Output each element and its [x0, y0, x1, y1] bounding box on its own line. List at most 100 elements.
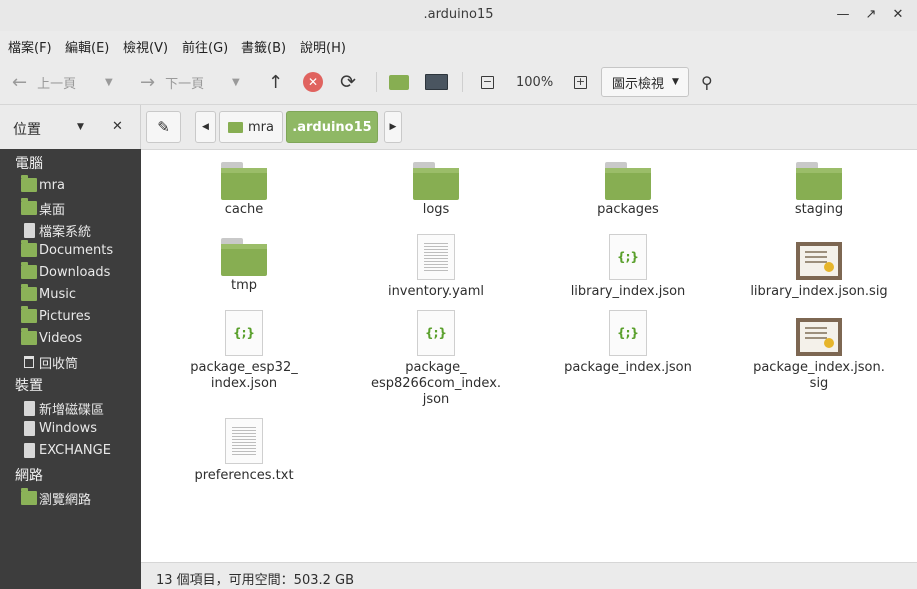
sidebar-item-browse-network[interactable]: 瀏覽網路: [21, 488, 91, 508]
json-file-icon: {;}: [609, 310, 647, 356]
maximize-icon[interactable]: ↗: [861, 6, 881, 24]
sidebar-item-mra[interactable]: mra: [21, 175, 65, 195]
caret-down-icon[interactable]: ▼: [77, 122, 84, 132]
file-item[interactable]: {;} package_ esp8266com_index. json: [356, 310, 516, 408]
sidebar-section-computer: 電腦: [15, 156, 43, 172]
zoom-in-button[interactable]: +: [574, 59, 587, 105]
menu-view[interactable]: 檢視(V): [123, 37, 168, 56]
toolbar-separator: [462, 72, 463, 92]
sidebar-item-documents[interactable]: Documents: [21, 240, 113, 260]
network-folder-icon: [21, 488, 37, 505]
folder-icon: [413, 162, 459, 200]
sidebar-item-label: Windows: [39, 420, 98, 436]
file-item[interactable]: tmp: [164, 236, 324, 294]
file-item[interactable]: packages: [548, 160, 708, 218]
sidebar-item-pictures[interactable]: Pictures: [21, 306, 90, 326]
file-item[interactable]: logs: [356, 160, 516, 218]
arrow-up-icon: ↑: [268, 71, 284, 93]
path-segment-current[interactable]: .arduino15: [286, 111, 378, 143]
text-file-icon: [417, 234, 455, 280]
file-item[interactable]: inventory.yaml: [356, 234, 516, 300]
close-icon[interactable]: ✕: [888, 6, 908, 24]
path-segment-mra[interactable]: mra: [219, 111, 283, 143]
sidebar-section-devices: 裝置: [15, 378, 43, 394]
up-button[interactable]: ↑: [268, 59, 283, 105]
menu-bookmarks[interactable]: 書籤(B): [241, 37, 286, 56]
sidebar-item-filesystem[interactable]: 檔案系統: [21, 220, 91, 240]
file-item[interactable]: package_index.json. sig: [739, 314, 899, 392]
home-button[interactable]: [389, 59, 409, 105]
view-mode-select[interactable]: 圖示檢視 ▼: [601, 67, 689, 97]
zoom-level: 100%: [516, 74, 554, 90]
file-name: preferences.txt: [194, 468, 294, 483]
file-item[interactable]: cache: [164, 160, 324, 218]
chevron-right-icon: ▶: [389, 122, 397, 132]
sidebar-header: 位置 ▼ ✕: [0, 105, 141, 149]
sidebar-item-label: EXCHANGE: [39, 442, 111, 458]
sidebar-type-select[interactable]: 位置: [13, 119, 41, 139]
path-scroll-right-button[interactable]: ▶: [384, 111, 402, 143]
computer-button[interactable]: [425, 59, 448, 105]
stop-icon: ✕: [303, 72, 323, 92]
sidebar-item-downloads[interactable]: Downloads: [21, 262, 110, 282]
downloads-folder-icon: [21, 262, 37, 279]
sidebar-item-label: mra: [39, 177, 65, 193]
sidebar-item-windows[interactable]: Windows: [21, 418, 97, 438]
stop-button[interactable]: ✕: [303, 59, 323, 105]
sidebar: 電腦 mra 桌面 檔案系統 Documents Downloads Music…: [0, 149, 141, 589]
edit-location-button[interactable]: ✎: [146, 111, 181, 143]
sidebar-item-new-volume[interactable]: 新增磁碟區: [21, 398, 104, 418]
trash-icon: [24, 356, 34, 368]
certificate-icon: [796, 242, 842, 280]
zoom-out-button[interactable]: −: [481, 59, 494, 105]
sidebar-section-network: 網路: [15, 468, 43, 484]
search-button[interactable]: ⚲: [701, 59, 713, 105]
menu-edit[interactable]: 編輯(E): [65, 37, 109, 56]
sidebar-item-label: Videos: [39, 330, 83, 346]
forward-history-dropdown[interactable]: ▼: [232, 59, 240, 105]
forward-label: 下一頁: [165, 76, 205, 92]
sidebar-item-exchange[interactable]: EXCHANGE: [21, 440, 111, 460]
close-sidebar-icon[interactable]: ✕: [112, 119, 123, 134]
folder-icon: [605, 162, 651, 200]
toolbar: ← 上一頁 ▼ → 下一頁 ▼ ↑ ✕ ⟳ − 100% + ⚲: [0, 59, 917, 105]
sidebar-item-trash[interactable]: 回收筒: [21, 352, 78, 372]
file-item[interactable]: preferences.txt: [164, 418, 324, 484]
menu-file[interactable]: 檔案(F): [8, 37, 52, 56]
minimize-icon[interactable]: —: [833, 6, 853, 24]
sidebar-item-label: 回收筒: [39, 356, 79, 372]
reload-button[interactable]: ⟳: [340, 59, 356, 105]
folder-icon: [796, 162, 842, 200]
path-bar: ✎ ◀ mra .arduino15 ▶: [141, 105, 917, 149]
file-item[interactable]: staging: [739, 160, 899, 218]
file-name: library_index.json: [570, 284, 686, 299]
sidebar-item-desktop[interactable]: 桌面: [21, 198, 65, 218]
path-segment-label: mra: [248, 119, 274, 135]
window-title: .arduino15: [423, 7, 494, 22]
caret-down-icon: ▼: [672, 77, 679, 87]
back-button[interactable]: ← 上一頁: [12, 59, 76, 105]
file-item[interactable]: {;} library_index.json: [548, 234, 708, 300]
menu-go[interactable]: 前往(G): [182, 37, 228, 56]
pictures-folder-icon: [21, 306, 37, 323]
drive-icon: [24, 442, 35, 458]
zoom-in-icon: +: [574, 74, 587, 89]
forward-button[interactable]: → 下一頁: [140, 59, 204, 105]
back-history-dropdown[interactable]: ▼: [105, 59, 113, 105]
drive-icon: [24, 400, 35, 416]
sidebar-item-videos[interactable]: Videos: [21, 328, 82, 348]
sidebar-item-label: Documents: [39, 242, 114, 258]
sidebar-item-music[interactable]: Music: [21, 284, 76, 304]
view-mode-label: 圖示檢視: [612, 76, 665, 92]
file-item[interactable]: {;} package_index.json: [548, 310, 708, 376]
file-item[interactable]: library_index.json.sig: [739, 238, 899, 300]
menu-help[interactable]: 說明(H): [300, 37, 346, 56]
file-name: logs: [422, 202, 450, 217]
file-item[interactable]: {;} package_esp32_ index.json: [164, 310, 324, 392]
status-text: 13 個項目，可用空間：503.2 GB: [156, 573, 355, 588]
json-file-icon: {;}: [225, 310, 263, 356]
reload-icon: ⟳: [340, 71, 356, 93]
path-scroll-left-button[interactable]: ◀: [195, 111, 216, 143]
file-name: package_index.json: [564, 360, 692, 375]
folder-icon: [221, 162, 267, 200]
